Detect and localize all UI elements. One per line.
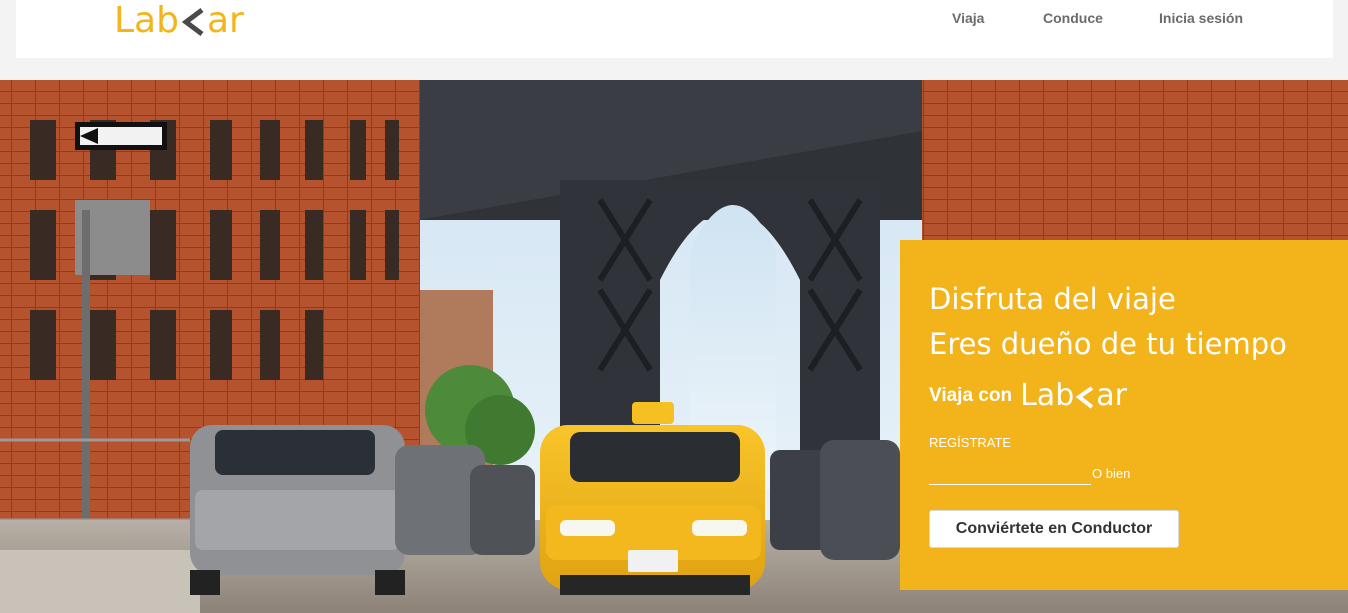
- panel-logo-text-right: ar: [1096, 378, 1127, 413]
- nav-conduce[interactable]: Conduce: [1043, 10, 1103, 26]
- become-driver-button[interactable]: Conviértete en Conductor: [929, 510, 1179, 548]
- panel-brand-logo: Lab ar: [1020, 378, 1127, 413]
- logo-chevron-icon: [1075, 385, 1094, 409]
- panel-logo-text-left: Lab: [1020, 378, 1075, 413]
- tagline-1: Disfruta del viaje: [929, 282, 1176, 316]
- ride-with-label: Viaja con: [929, 384, 1013, 406]
- nav-iniciar-sesion[interactable]: Inicia sesión: [1159, 10, 1243, 26]
- logo-text-right: ar: [206, 0, 244, 41]
- promo-panel: Disfruta del viaje Eres dueño de tu tiem…: [900, 240, 1348, 590]
- nav-viaja[interactable]: Viaja: [952, 10, 984, 26]
- register-input[interactable]: [929, 460, 1091, 485]
- logo-text-left: Lab: [114, 0, 179, 41]
- header: Lab ar Viaja Conduce Inicia sesión: [16, 0, 1333, 58]
- ride-with-row: Viaja con Lab ar: [929, 378, 1127, 413]
- tagline-2: Eres dueño de tu tiempo: [929, 327, 1287, 361]
- register-label: REGÍSTRATE: [929, 435, 1012, 450]
- logo-chevron-icon: [181, 8, 204, 36]
- or-label: O bien: [1092, 466, 1131, 481]
- brand-logo[interactable]: Lab ar: [114, 0, 244, 41]
